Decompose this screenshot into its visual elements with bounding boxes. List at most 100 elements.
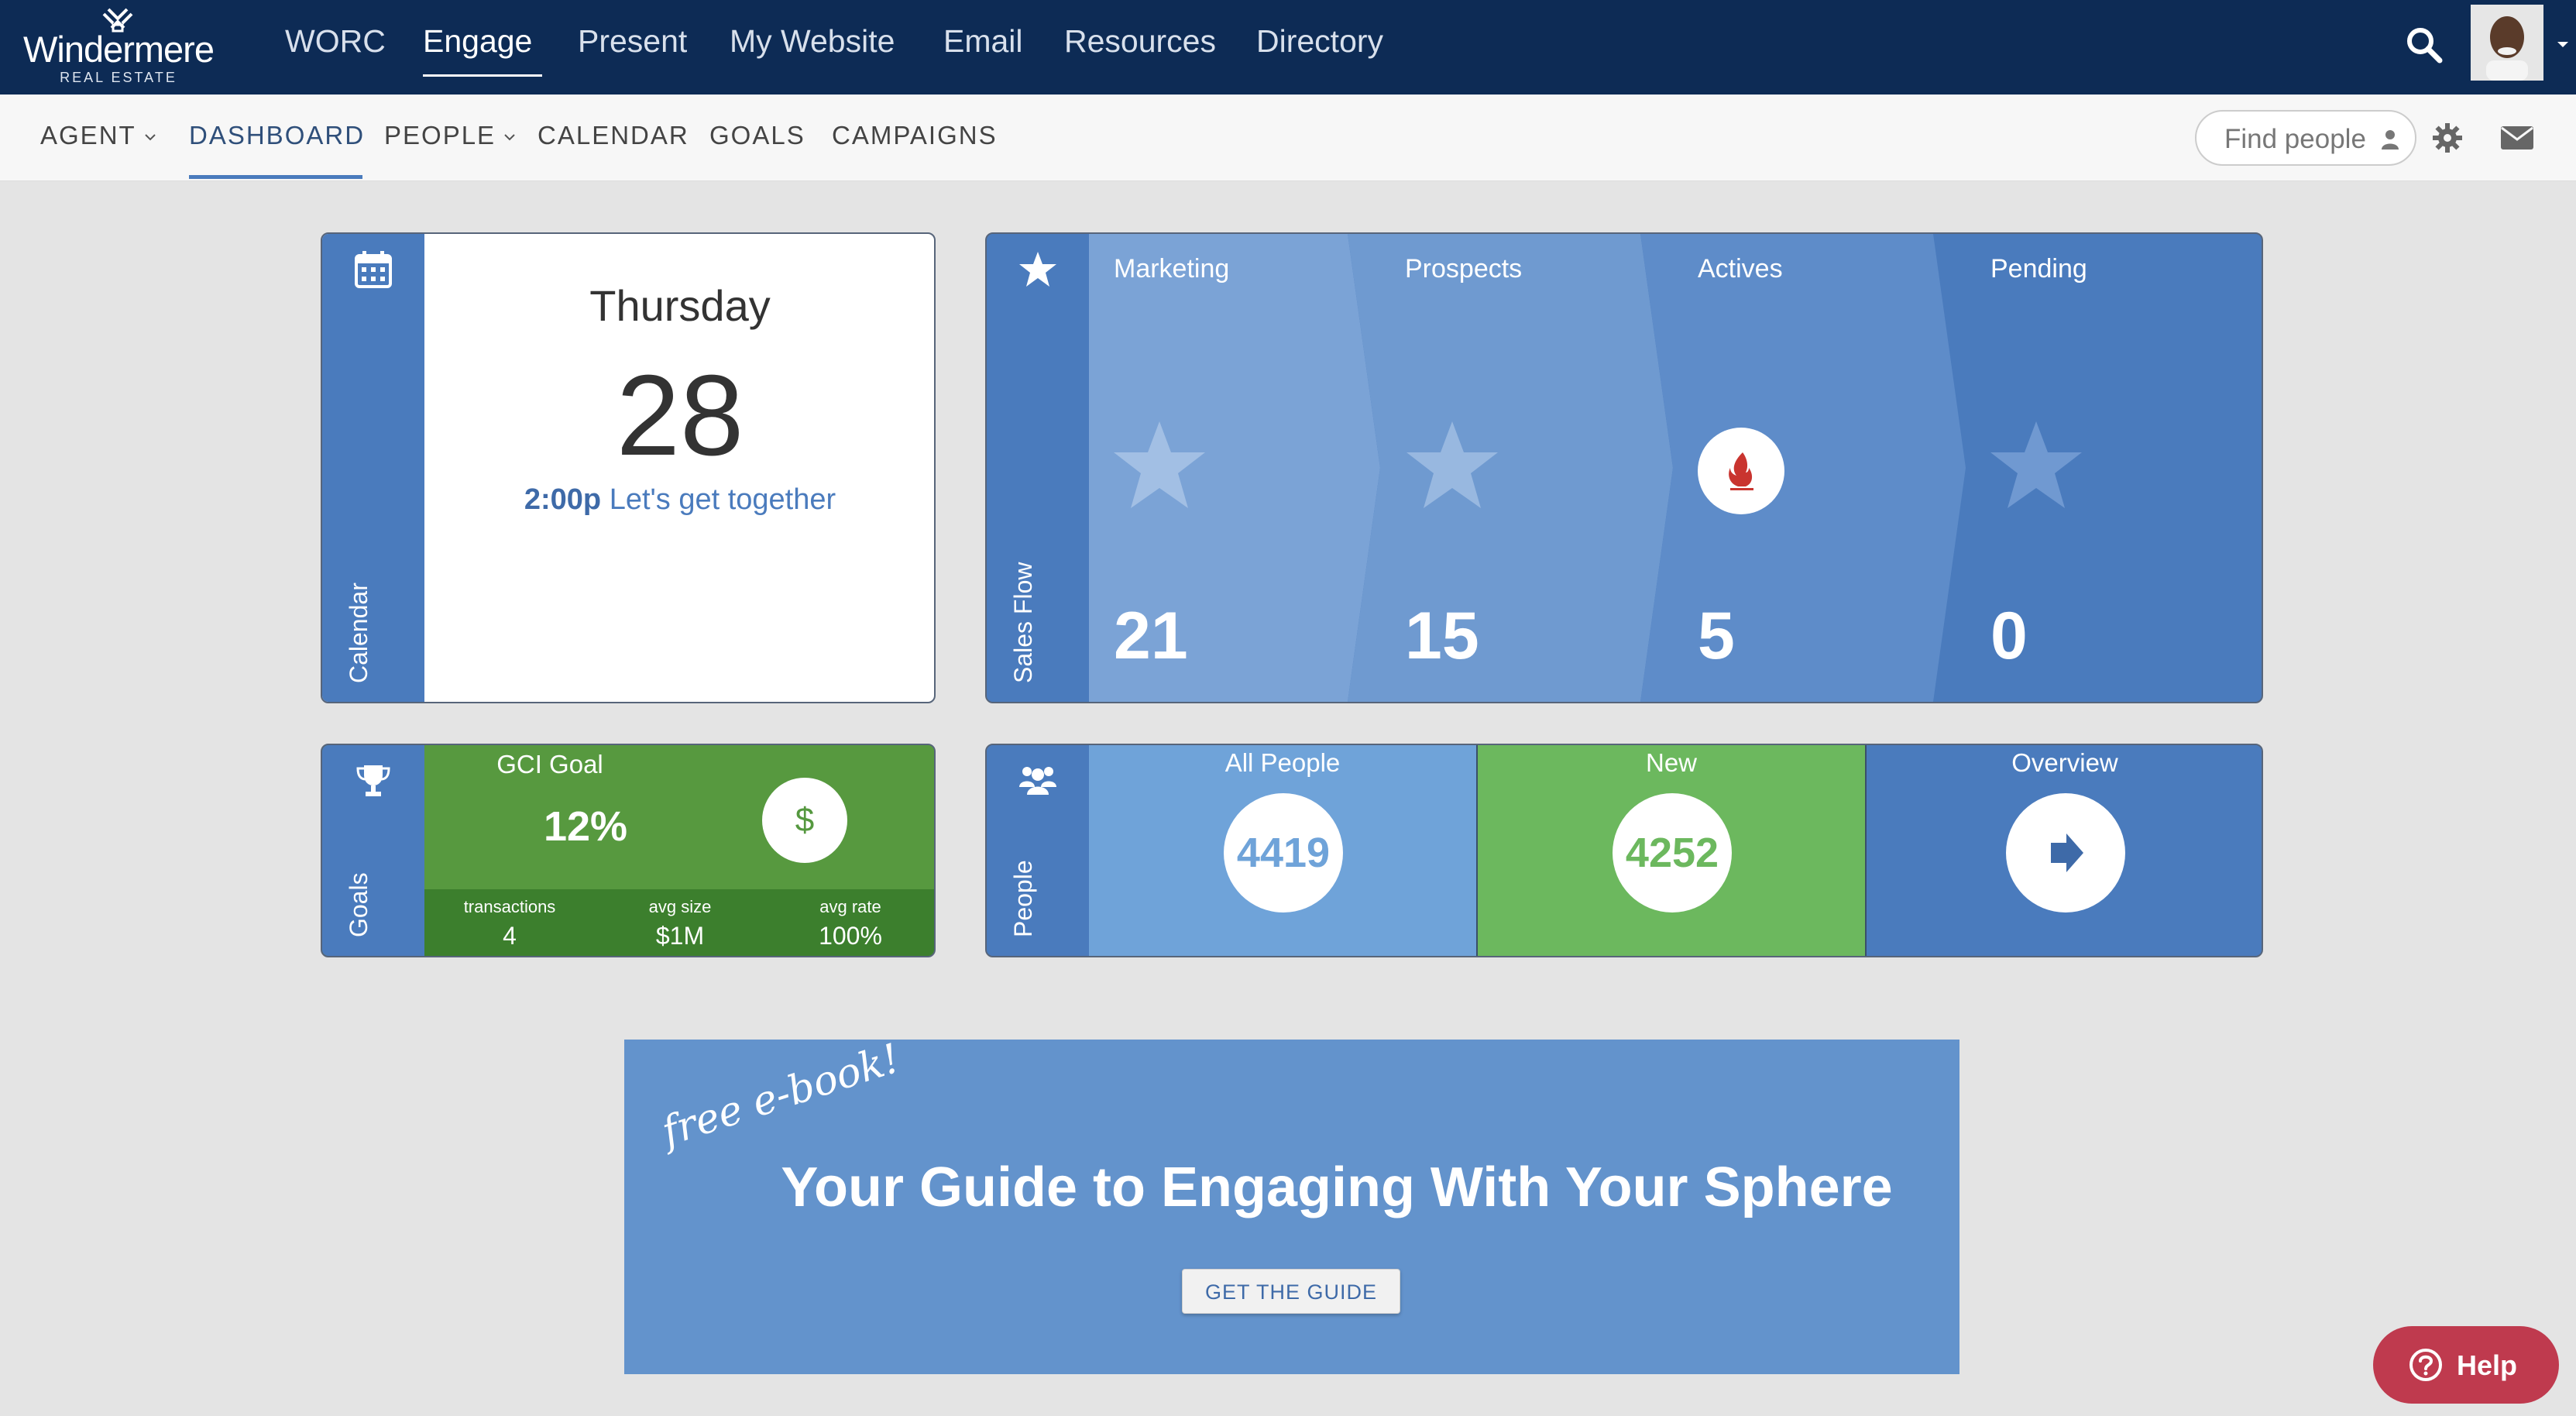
calendar-card[interactable]: Calendar Thursday 28 2:00p Let's get tog… bbox=[321, 232, 936, 703]
gear-icon[interactable] bbox=[2432, 122, 2463, 153]
stat-label: avg size bbox=[648, 897, 712, 916]
stat-label: avg rate bbox=[819, 897, 881, 916]
goals-stat-transactions: transactions 4 bbox=[424, 897, 595, 950]
stat-label: transactions bbox=[463, 897, 556, 916]
stage-pending-label: Pending bbox=[1990, 254, 2087, 284]
people-overview-segment[interactable]: Overview bbox=[1867, 745, 2262, 956]
calendar-card-sidebar: Calendar bbox=[322, 234, 424, 702]
get-the-guide-button[interactable]: GET THE GUIDE bbox=[1182, 1269, 1400, 1314]
find-people-placeholder: Find people bbox=[2224, 124, 2366, 154]
people-new-label: New bbox=[1645, 748, 1698, 777]
mail-icon[interactable] bbox=[2500, 125, 2534, 150]
topnav-directory[interactable]: Directory bbox=[1256, 23, 1383, 64]
user-avatar[interactable] bbox=[2471, 5, 2543, 81]
dollar-icon: $ bbox=[762, 778, 847, 863]
calendar-day: Thursday bbox=[589, 281, 771, 330]
topnav-present[interactable]: Present bbox=[578, 23, 687, 64]
subnav-goals[interactable]: GOALS bbox=[709, 121, 805, 150]
calendar-event[interactable]: 2:00p Let's get together bbox=[424, 483, 934, 517]
goals-card-sidebar: Goals bbox=[322, 745, 424, 956]
calendar-body: Thursday 28 2:00p Let's get together bbox=[424, 234, 934, 702]
sales-flow-chevrons bbox=[1089, 234, 1966, 702]
star-icon bbox=[1019, 252, 1056, 287]
fire-icon bbox=[1729, 452, 1753, 490]
goals-stat-avg-size: avg size $1M bbox=[595, 897, 765, 950]
stage-actives-count: 5 bbox=[1698, 599, 1735, 673]
topnav-resources[interactable]: Resources bbox=[1064, 23, 1216, 64]
goals-card[interactable]: Goals GCI Goal 12% $ transactions 4 avg … bbox=[321, 744, 936, 957]
stage-prospects-count: 15 bbox=[1405, 599, 1479, 673]
stat-value: 100% bbox=[819, 922, 882, 950]
goals-percent: 12% bbox=[543, 803, 628, 850]
banner-free-ebook: free e-book! bbox=[656, 1035, 906, 1156]
help-label: Help bbox=[2457, 1349, 2518, 1381]
stage-marketing-count: 21 bbox=[1114, 599, 1188, 673]
brand-tagline: REAL ESTATE bbox=[60, 70, 177, 85]
sales-flow-card: Sales Flow Marketing 21 Prospects 15 Act… bbox=[985, 232, 2263, 703]
stat-value: $1M bbox=[655, 922, 705, 950]
subnav-campaigns[interactable]: CAMPAIGNS bbox=[832, 121, 998, 150]
ebook-banner[interactable]: free e-book! Your Guide to Engaging With… bbox=[624, 1035, 1959, 1374]
people-group-icon bbox=[1019, 767, 1056, 795]
subnav-people-label: PEOPLE bbox=[384, 121, 496, 150]
stage-marketing-label: Marketing bbox=[1114, 254, 1230, 284]
fire-badge bbox=[1698, 428, 1784, 514]
star-icon bbox=[1114, 421, 1205, 508]
people-new-count[interactable]: 4252 bbox=[1613, 793, 1732, 912]
chevron-down-icon bbox=[504, 134, 515, 141]
stage-pending-count: 0 bbox=[1990, 599, 2028, 673]
top-nav-bar: Windermere REAL ESTATE WORC Engage Prese… bbox=[0, 0, 2576, 95]
calendar-date: 28 bbox=[616, 352, 744, 479]
subnav-agent-label: AGENT bbox=[40, 121, 136, 150]
topnav-my-website[interactable]: My Website bbox=[730, 23, 895, 64]
stage-actives-label: Actives bbox=[1698, 254, 1783, 284]
sales-flow-side-label: Sales Flow bbox=[1009, 562, 1037, 684]
avatar-caret-icon[interactable] bbox=[2556, 40, 2570, 50]
sub-nav-bar: AGENT DASHBOARD PEOPLE CALENDAR GOALS CA… bbox=[0, 95, 2576, 181]
brand-name: Windermere bbox=[23, 29, 215, 70]
goals-stat-avg-rate: avg rate 100% bbox=[765, 897, 934, 950]
people-overview-label: Overview bbox=[2011, 748, 2118, 777]
calendar-icon bbox=[355, 251, 392, 288]
calendar-event-title: Let's get together bbox=[609, 483, 836, 516]
sales-flow-sidebar: Sales Flow bbox=[987, 234, 1089, 702]
goals-title: GCI Goal bbox=[496, 750, 603, 778]
people-all-count[interactable]: 4419 bbox=[1224, 793, 1343, 912]
star-icon bbox=[1406, 421, 1498, 508]
star-icon bbox=[1990, 421, 2082, 508]
people-card-sidebar: People bbox=[987, 745, 1089, 956]
goals-side-label: Goals bbox=[345, 872, 373, 937]
find-people-input[interactable]: Find people bbox=[2195, 110, 2416, 166]
help-button[interactable]: Help bbox=[2373, 1326, 2559, 1404]
goals-summary: GCI Goal 12% $ bbox=[424, 745, 934, 889]
calendar-event-time: 2:00p bbox=[524, 483, 602, 516]
people-card: People All People 4419 New 4252 Overview bbox=[985, 744, 2263, 957]
people-all-label: All People bbox=[1224, 748, 1341, 777]
subnav-people[interactable]: PEOPLE bbox=[384, 121, 516, 150]
people-all-segment[interactable]: All People 4419 bbox=[1089, 745, 1478, 956]
arrow-right-icon bbox=[2051, 833, 2083, 872]
subnav-dashboard[interactable]: DASHBOARD bbox=[189, 121, 365, 150]
overview-arrow-button[interactable] bbox=[2006, 793, 2125, 912]
people-new-segment[interactable]: New 4252 bbox=[1478, 745, 1867, 956]
chevron-down-icon bbox=[144, 134, 156, 141]
search-icon[interactable] bbox=[2404, 25, 2444, 65]
trophy-icon bbox=[356, 765, 390, 796]
brand-logo[interactable]: Windermere REAL ESTATE bbox=[14, 3, 223, 90]
stat-value: 4 bbox=[503, 922, 517, 950]
topnav-active-indicator bbox=[423, 74, 542, 77]
topnav-engage[interactable]: Engage bbox=[423, 23, 532, 64]
goals-body: GCI Goal 12% $ transactions 4 avg size $… bbox=[424, 745, 934, 956]
person-icon bbox=[2382, 130, 2399, 150]
question-circle-icon bbox=[2409, 1349, 2442, 1381]
user-avatar-icon bbox=[2471, 5, 2543, 81]
sales-flow-stages: Marketing 21 Prospects 15 Actives 5 Pend… bbox=[1089, 234, 2262, 702]
subnav-calendar[interactable]: CALENDAR bbox=[538, 121, 689, 150]
subnav-agent[interactable]: AGENT bbox=[40, 121, 156, 150]
topnav-email[interactable]: Email bbox=[943, 23, 1023, 64]
calendar-side-label: Calendar bbox=[345, 583, 373, 683]
subnav-active-indicator bbox=[189, 175, 362, 179]
stage-prospects-label: Prospects bbox=[1405, 254, 1523, 284]
people-side-label: People bbox=[1009, 860, 1037, 937]
topnav-worc[interactable]: WORC bbox=[285, 23, 386, 64]
